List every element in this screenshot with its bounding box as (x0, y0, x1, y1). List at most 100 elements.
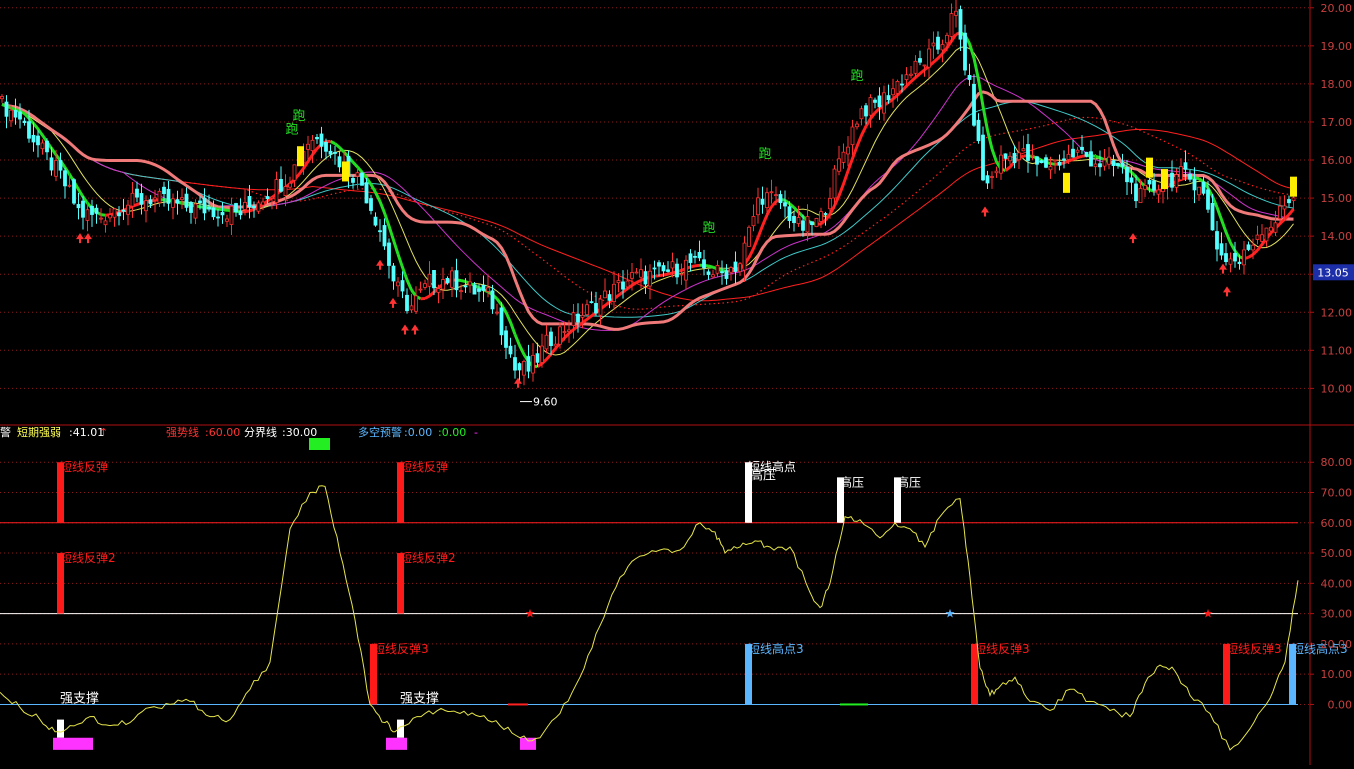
candle-body[interactable] (1120, 162, 1125, 167)
candle-body[interactable] (702, 259, 706, 269)
candle-body[interactable] (292, 164, 297, 181)
candle-body[interactable] (396, 281, 400, 287)
candle-body[interactable] (360, 172, 364, 186)
candle-body[interactable] (706, 271, 711, 275)
candle-body[interactable] (63, 170, 67, 187)
candle-body[interactable] (697, 252, 702, 259)
candle-body[interactable] (382, 225, 387, 247)
candle-body[interactable] (612, 283, 616, 302)
candle-body[interactable] (1170, 172, 1174, 188)
candle-body[interactable] (148, 199, 153, 205)
candle-body[interactable] (495, 311, 499, 314)
candle-body[interactable] (126, 204, 130, 215)
candle-body[interactable] (211, 207, 216, 218)
candle-body[interactable] (265, 196, 270, 200)
candle-body[interactable] (751, 216, 756, 227)
candle-body[interactable] (769, 191, 774, 194)
candle-body[interactable] (274, 179, 279, 203)
candle-body[interactable] (1003, 153, 1008, 159)
candle-body[interactable] (58, 160, 63, 171)
candle-body[interactable] (810, 221, 814, 226)
candle-body[interactable] (796, 217, 801, 224)
candle-body[interactable] (918, 58, 922, 63)
candle-body[interactable] (432, 270, 436, 289)
candle-body[interactable] (153, 197, 157, 201)
candle-body[interactable] (1206, 189, 1210, 210)
candle-body[interactable] (544, 334, 549, 350)
candle-body[interactable] (652, 267, 657, 270)
candle-body[interactable] (783, 202, 787, 207)
candle-body[interactable] (400, 280, 405, 292)
candle-body[interactable] (490, 290, 495, 310)
candle-body[interactable] (72, 179, 76, 204)
candle-body[interactable] (643, 271, 648, 285)
candle-body[interactable] (40, 142, 45, 150)
candle-body[interactable] (954, 10, 958, 16)
candle-body[interactable] (1071, 148, 1075, 158)
candle-body[interactable] (859, 108, 864, 120)
candle-body[interactable] (441, 279, 445, 290)
candle-body[interactable] (454, 270, 459, 291)
candle-body[interactable] (1012, 153, 1017, 164)
candle-body[interactable] (886, 95, 891, 101)
candle-body[interactable] (499, 307, 504, 336)
candle-body[interactable] (193, 203, 198, 219)
candle-body[interactable] (1089, 151, 1093, 167)
candle-body[interactable] (513, 357, 517, 371)
candle-body[interactable] (981, 134, 985, 181)
candle-body[interactable] (103, 220, 108, 226)
candle-body[interactable] (616, 280, 621, 284)
candle-body[interactable] (787, 206, 792, 222)
candle-body[interactable] (724, 270, 729, 279)
candle-body[interactable] (522, 361, 526, 376)
candle-body[interactable] (405, 294, 409, 312)
candle-body[interactable] (216, 216, 220, 219)
candle-body[interactable] (819, 211, 823, 222)
candle-body[interactable] (1201, 181, 1206, 194)
candle-body[interactable] (387, 242, 391, 266)
candle-body[interactable] (1057, 161, 1062, 166)
candle-body[interactable] (936, 36, 940, 50)
candle-body[interactable] (972, 83, 976, 126)
candle-body[interactable] (108, 214, 112, 219)
candle-body[interactable] (225, 218, 229, 222)
candle-body[interactable] (1116, 163, 1120, 167)
candle-body[interactable] (76, 204, 81, 209)
candle-body[interactable] (256, 202, 261, 212)
candle-body[interactable] (639, 269, 643, 278)
candle-body[interactable] (180, 197, 184, 200)
candle-body[interactable] (477, 288, 481, 292)
candle-body[interactable] (567, 329, 571, 332)
chart-canvas[interactable]: 20.0019.0018.0017.0016.0015.0014.0013.00… (0, 0, 1354, 765)
candle-body[interactable] (1215, 231, 1219, 250)
candle-body[interactable] (472, 284, 477, 295)
candle-body[interactable] (1282, 205, 1287, 210)
candle-body[interactable] (801, 220, 805, 231)
candle-body[interactable] (184, 193, 189, 208)
candle-body[interactable] (324, 141, 328, 152)
candle-body[interactable] (585, 304, 589, 316)
candle-body[interactable] (576, 313, 580, 323)
candle-body[interactable] (220, 212, 225, 216)
candle-body[interactable] (945, 34, 949, 44)
candle-body[interactable] (909, 73, 913, 76)
candle-body[interactable] (778, 194, 783, 203)
candle-body[interactable] (189, 202, 193, 213)
candle-body[interactable] (1066, 153, 1071, 160)
candle-body[interactable] (229, 205, 234, 225)
candle-body[interactable] (355, 172, 360, 177)
candle-body[interactable] (738, 263, 742, 273)
candle-body[interactable] (175, 199, 180, 204)
candle-body[interactable] (949, 13, 954, 37)
candle-body[interactable] (1152, 180, 1156, 191)
candle-body[interactable] (657, 262, 661, 267)
candle-body[interactable] (913, 60, 918, 74)
candle-body[interactable] (1251, 244, 1255, 251)
candle-body[interactable] (594, 303, 598, 314)
candle-body[interactable] (243, 202, 247, 210)
candle-body[interactable] (49, 157, 54, 171)
candle-body[interactable] (760, 198, 765, 205)
candle-body[interactable] (423, 283, 427, 288)
candle-body[interactable] (81, 200, 85, 218)
candle-body[interactable] (900, 83, 904, 86)
